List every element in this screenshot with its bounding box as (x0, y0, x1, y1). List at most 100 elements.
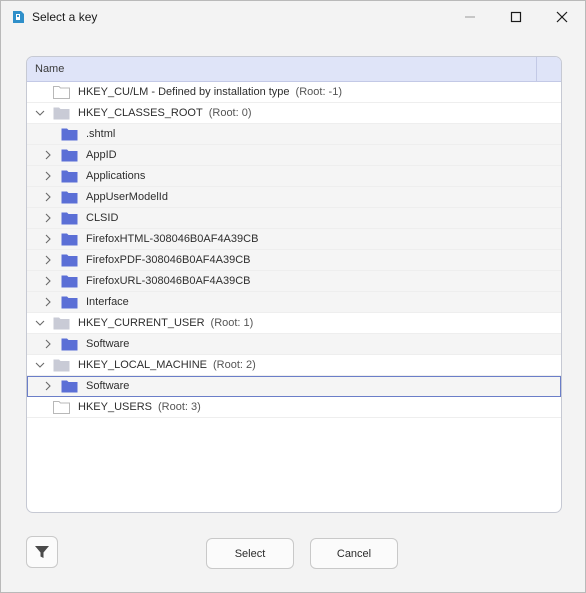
tree-root-key[interactable]: HKEY_CLASSES_ROOT (Root: 0) (27, 103, 561, 124)
root-index: (Root: -1) (295, 86, 343, 98)
tree-root-key[interactable]: HKEY_USERS (Root: 3) (27, 397, 561, 418)
minimize-icon (465, 16, 475, 17)
key-name: Applications (86, 170, 146, 182)
tree-root-key[interactable]: HKEY_CURRENT_USER (Root: 1) (27, 313, 561, 334)
folder-icon (61, 254, 78, 267)
registry-key-tree[interactable]: Name HKEY_CU/LM - Defined by installatio… (26, 56, 562, 513)
filter-button[interactable] (26, 536, 58, 568)
chevron-down-icon[interactable] (35, 318, 45, 328)
key-name: .shtml (86, 128, 116, 140)
folder-icon (53, 401, 70, 414)
tree-item-label: .shtml (86, 128, 115, 140)
maximize-button[interactable] (493, 1, 539, 32)
chevron-right-icon[interactable] (43, 213, 53, 223)
select-button[interactable]: Select (206, 538, 294, 569)
tree-column-header[interactable]: Name (27, 57, 561, 82)
tree-item-label: FirefoxURL-308046B0AF4A39CB (86, 275, 250, 287)
folder-icon (61, 275, 78, 288)
key-name: AppID (86, 149, 117, 161)
key-name: AppUserModelId (86, 191, 168, 203)
key-name: HKEY_LOCAL_MACHINE (78, 359, 207, 371)
tree-subkey[interactable]: Interface (27, 292, 561, 313)
folder-icon (61, 233, 78, 246)
chevron-right-icon[interactable] (43, 171, 53, 181)
key-name: HKEY_CU/LM - Defined by installation typ… (78, 86, 290, 98)
tree-item-label: CLSID (86, 212, 118, 224)
close-button[interactable] (539, 1, 585, 32)
chevron-right-icon[interactable] (43, 381, 53, 391)
close-icon (556, 11, 568, 22)
window-title: Select a key (32, 10, 98, 24)
folder-icon (61, 170, 78, 183)
folder-icon (61, 380, 78, 393)
app-logo-icon (13, 11, 24, 23)
select-key-dialog: Select a key Name HKEY_CU/LM - Defined b… (0, 0, 586, 593)
key-name: HKEY_CURRENT_USER (78, 317, 205, 329)
tree-subkey[interactable]: CLSID (27, 208, 561, 229)
tree-item-label: Interface (86, 296, 129, 308)
folder-icon (61, 296, 78, 309)
chevron-right-icon[interactable] (43, 297, 53, 307)
tree-item-label: AppID (86, 149, 117, 161)
folder-icon (61, 191, 78, 204)
tree-subkey[interactable]: .shtml (27, 124, 561, 145)
title-bar: Select a key (1, 1, 585, 32)
chevron-right-icon[interactable] (43, 150, 53, 160)
root-index: (Root: 0) (208, 107, 252, 119)
tree-item-label: Software (86, 380, 129, 392)
tree-item-label: FirefoxPDF-308046B0AF4A39CB (86, 254, 250, 266)
tree-item-label: HKEY_CLASSES_ROOT (Root: 0) (78, 107, 252, 119)
folder-icon (53, 317, 70, 330)
key-name: Interface (86, 296, 129, 308)
chevron-right-icon[interactable] (43, 192, 53, 202)
tree-item-label: HKEY_USERS (Root: 3) (78, 401, 201, 413)
folder-icon (61, 128, 78, 141)
tree-subkey[interactable]: Software (27, 376, 561, 397)
folder-icon (53, 359, 70, 372)
root-index: (Root: 1) (210, 317, 254, 329)
tree-rows: HKEY_CU/LM - Defined by installation typ… (27, 82, 561, 418)
root-index: (Root: 2) (213, 359, 256, 371)
column-divider (536, 57, 537, 81)
key-name: FirefoxHTML-308046B0AF4A39CB (86, 233, 259, 245)
tree-item-label: HKEY_CURRENT_USER (Root: 1) (78, 317, 253, 329)
cancel-button[interactable]: Cancel (310, 538, 398, 569)
chevron-right-icon[interactable] (43, 255, 53, 265)
key-name: FirefoxPDF-308046B0AF4A39CB (86, 254, 251, 266)
tree-subkey[interactable]: Applications (27, 166, 561, 187)
column-header-name: Name (35, 63, 65, 75)
folder-icon (53, 107, 70, 120)
key-name: HKEY_CLASSES_ROOT (78, 107, 203, 119)
tree-root-key[interactable]: HKEY_CU/LM - Defined by installation typ… (27, 82, 561, 103)
key-name: Software (86, 338, 130, 350)
key-name: CLSID (86, 212, 119, 224)
tree-item-label: Software (86, 338, 129, 350)
chevron-right-icon[interactable] (43, 276, 53, 286)
tree-subkey[interactable]: FirefoxURL-308046B0AF4A39CB (27, 271, 561, 292)
folder-icon (61, 212, 78, 225)
folder-icon (61, 149, 78, 162)
key-name: Software (86, 380, 130, 392)
tree-subkey[interactable]: AppID (27, 145, 561, 166)
maximize-icon (510, 11, 522, 22)
tree-item-label: AppUserModelId (86, 191, 168, 203)
tree-item-label: Applications (86, 170, 145, 182)
tree-item-label: HKEY_LOCAL_MACHINE (Root: 2) (78, 359, 256, 371)
chevron-right-icon[interactable] (43, 234, 53, 244)
minimize-button[interactable] (447, 1, 493, 32)
chevron-right-icon[interactable] (43, 339, 53, 349)
tree-subkey[interactable]: Software (27, 334, 561, 355)
tree-root-key[interactable]: HKEY_LOCAL_MACHINE (Root: 2) (27, 355, 561, 376)
key-name: HKEY_USERS (78, 401, 152, 413)
chevron-down-icon[interactable] (35, 108, 45, 118)
key-name: FirefoxURL-308046B0AF4A39CB (86, 275, 251, 287)
tree-subkey[interactable]: AppUserModelId (27, 187, 561, 208)
tree-item-label: HKEY_CU/LM - Defined by installation typ… (78, 86, 342, 98)
tree-subkey[interactable]: FirefoxHTML-308046B0AF4A39CB (27, 229, 561, 250)
chevron-down-icon[interactable] (35, 360, 45, 370)
tree-item-label: FirefoxHTML-308046B0AF4A39CB (86, 233, 258, 245)
root-index: (Root: 3) (157, 401, 201, 413)
tree-subkey[interactable]: FirefoxPDF-308046B0AF4A39CB (27, 250, 561, 271)
folder-icon (53, 86, 70, 99)
folder-icon (61, 338, 78, 351)
